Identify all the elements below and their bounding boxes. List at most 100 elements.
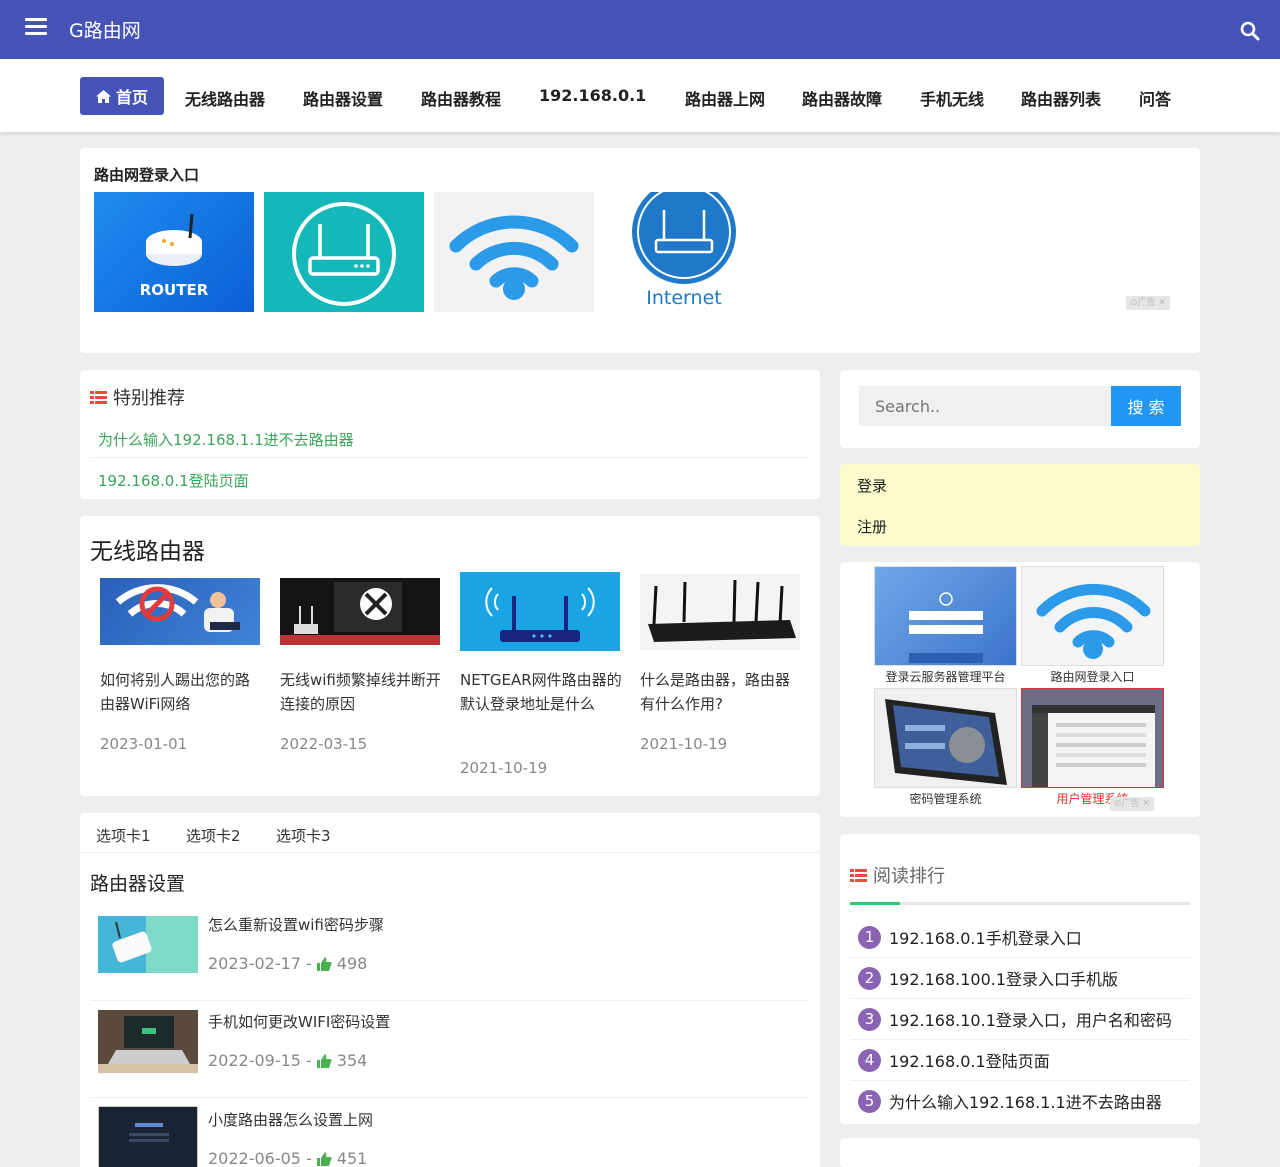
article-sep-2: -	[305, 1051, 312, 1070]
thumbs-up-icon	[316, 1151, 332, 1166]
article-likes-1: 498	[336, 954, 368, 973]
article-date-3: 2022-06-05	[208, 1149, 301, 1167]
article-sep-3: -	[305, 1149, 312, 1167]
rank-item-2[interactable]: 2 192.168.100.1登录入口手机版	[858, 966, 1118, 990]
article-thumb-1[interactable]	[98, 916, 198, 973]
featured-link-1[interactable]: 为什么输入192.168.1.1进不去路由器	[98, 429, 354, 450]
router-thumb[interactable]: ROUTER	[94, 192, 254, 312]
ad-grid-card: 登录云服务器管理平台 路由网登录入口 密码管理系统 用户管理系统 ⊙广告 ✕	[840, 562, 1200, 817]
list-icon	[90, 390, 107, 404]
wireless-thumb-2[interactable]	[280, 578, 440, 645]
rank-underline	[850, 902, 1190, 905]
article-title-3[interactable]: 小度路由器怎么设置上网	[208, 1109, 373, 1130]
wireless-item-date-4: 2021-10-19	[640, 735, 728, 753]
list-icon	[850, 868, 867, 882]
router-image: ROUTER	[140, 213, 209, 299]
router-thumb-text: ROUTER	[140, 281, 209, 299]
nav-item-router-fault[interactable]: 路由器故障	[802, 86, 882, 110]
wireless-thumb-1[interactable]	[100, 578, 260, 645]
login-link[interactable]: 登录	[857, 475, 887, 496]
ad-caption-1[interactable]: 登录云服务器管理平台	[874, 668, 1017, 685]
rank-item-title: 192.168.10.1登录入口，用户名和密码	[889, 1011, 1172, 1030]
wifi-icon	[449, 215, 579, 300]
search-button[interactable]: 搜 索	[1111, 386, 1181, 426]
featured-title: 特别推荐	[113, 388, 185, 409]
rank-number: 4	[858, 1048, 881, 1072]
article-thumb-3[interactable]	[98, 1106, 198, 1167]
nav-item-router-internet[interactable]: 路由器上网	[685, 86, 765, 110]
wireless-thumb-3[interactable]	[460, 572, 620, 651]
wifi-thumb[interactable]	[434, 192, 594, 312]
ad-cell-password-manager[interactable]	[874, 688, 1017, 788]
nav-item-router-settings[interactable]: 路由器设置	[303, 86, 383, 110]
wireless-item-date-3: 2021-10-19	[460, 759, 548, 777]
featured-header: 特别推荐	[90, 384, 185, 410]
divider	[850, 1039, 1190, 1040]
divider	[90, 1097, 808, 1098]
internet-thumb[interactable]: Internet	[604, 192, 764, 312]
ad-caption-3[interactable]: 密码管理系统	[874, 790, 1017, 807]
internet-thumb-text: Internet	[646, 287, 721, 309]
router-circle-thumb[interactable]	[264, 192, 424, 312]
rank-item-4[interactable]: 4 192.168.0.1登陆页面	[858, 1048, 1050, 1072]
ad-cell-cloud-login[interactable]	[874, 566, 1017, 666]
admin-panel-image	[1032, 705, 1155, 787]
ad-caption-2[interactable]: 路由网登录入口	[1021, 668, 1164, 685]
ad-badge[interactable]: ⊙广告 ✕	[1110, 797, 1154, 811]
rank-number: 3	[858, 1007, 881, 1031]
rank-item-3[interactable]: 3 192.168.10.1登录入口，用户名和密码	[858, 1007, 1172, 1031]
ad-badge-label: 广告	[1121, 799, 1140, 809]
divider	[90, 1000, 808, 1001]
netgear-router-image	[485, 587, 595, 642]
search-icon[interactable]	[1240, 21, 1260, 41]
wifi-icon	[1036, 583, 1151, 659]
article-title-2[interactable]: 手机如何更改WIFI密码设置	[208, 1011, 390, 1032]
nav-item-wireless-router[interactable]: 无线路由器	[185, 86, 265, 110]
rank-underline-accent	[850, 902, 900, 905]
article-likes-2: 354	[336, 1051, 368, 1070]
nav-item-mobile-wireless[interactable]: 手机无线	[920, 86, 984, 110]
wireless-thumb-4[interactable]	[640, 574, 800, 650]
rank-item-title: 192.168.0.1登陆页面	[889, 1052, 1050, 1071]
nav-item-192-168-0-1[interactable]: 192.168.0.1	[539, 86, 646, 105]
register-link[interactable]: 注册	[857, 516, 887, 537]
wifi-router-photo	[98, 916, 152, 973]
tab-2[interactable]: 选项卡2	[186, 825, 241, 846]
login-card: 登录 注册	[840, 464, 1200, 546]
featured-link-2[interactable]: 192.168.0.1登陆页面	[98, 470, 249, 491]
article-likes-3: 451	[336, 1149, 368, 1167]
wireless-item-title-2[interactable]: 无线wifi频繁掉线并断开连接的原因	[280, 668, 442, 716]
ad-badge-label: 广告	[1137, 298, 1156, 308]
hamburger-icon[interactable]	[25, 18, 47, 36]
rank-item-1[interactable]: 1 192.168.0.1手机登录入口	[858, 925, 1082, 949]
router-circle-icon	[292, 202, 396, 306]
site-title[interactable]: G路由网	[69, 16, 141, 43]
divider	[90, 457, 808, 458]
tabs-section-title: 路由器设置	[90, 873, 186, 895]
rank-title: 阅读排行	[873, 866, 945, 887]
wireless-title: 无线路由器	[90, 539, 205, 565]
tab-1[interactable]: 选项卡1	[96, 825, 151, 846]
wireless-item-title-1[interactable]: 如何将别人踢出您的路由器WiFi网络	[100, 668, 262, 716]
nav-item-router-tutorial[interactable]: 路由器教程	[421, 86, 501, 110]
rank-item-5[interactable]: 5 为什么输入192.168.1.1进不去路由器	[858, 1089, 1162, 1113]
wireless-item-title-3[interactable]: NETGEAR网件路由器的默认登录地址是什么	[460, 668, 622, 716]
nav-item-router-list[interactable]: 路由器列表	[1021, 86, 1101, 110]
ad-cell-user-manager[interactable]	[1021, 688, 1164, 788]
nav-item-qa[interactable]: 问答	[1139, 86, 1171, 110]
nav-home[interactable]: 首页	[80, 77, 164, 115]
wireless-item-date-2: 2022-03-15	[280, 735, 368, 753]
wireless-item-title-4[interactable]: 什么是路由器，路由器有什么作用?	[640, 668, 802, 716]
wireless-item-date-1: 2023-01-01	[100, 735, 188, 753]
article-title-1[interactable]: 怎么重新设置wifi密码步骤	[208, 914, 384, 935]
thumbs-up-icon	[316, 956, 332, 971]
featured-card: 特别推荐 为什么输入192.168.1.1进不去路由器 192.168.0.1登…	[80, 370, 820, 499]
ad-cell-router-login[interactable]	[1021, 566, 1164, 666]
rank-item-title: 192.168.100.1登录入口手机版	[889, 970, 1119, 989]
search-input[interactable]	[859, 386, 1111, 426]
laptop-photo	[98, 1016, 198, 1073]
article-thumb-2[interactable]	[98, 1010, 198, 1073]
article-meta-3: 2022-06-05 - 451	[208, 1149, 367, 1167]
tab-3[interactable]: 选项卡3	[276, 825, 331, 846]
ad-badge[interactable]: ⊙广告 ✕	[1126, 296, 1170, 310]
